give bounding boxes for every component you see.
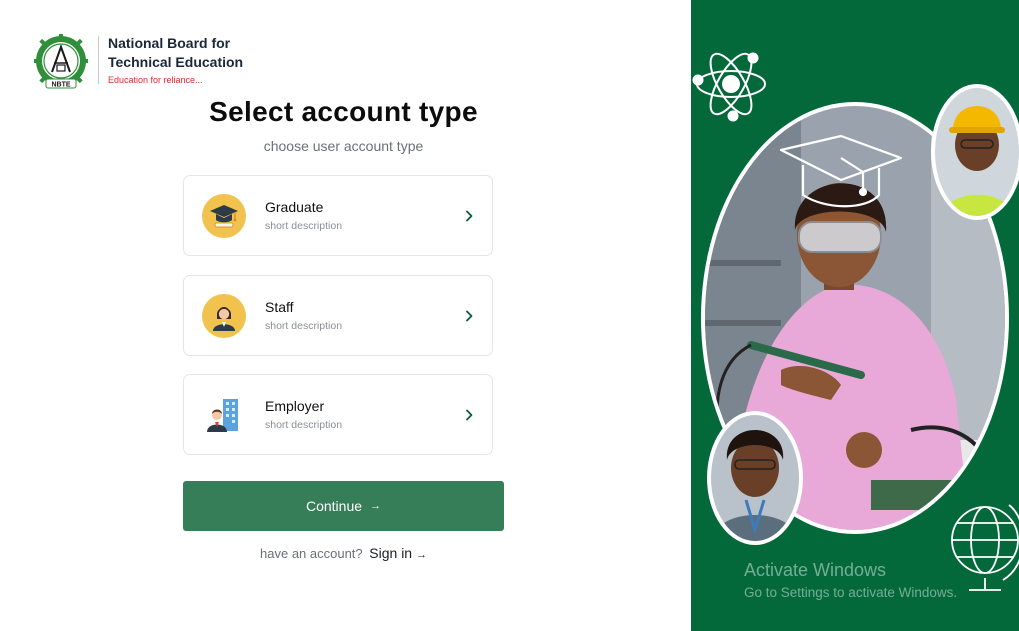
left-panel: NBTE National Board for Technical Educat… [0, 0, 691, 631]
account-card-label: Graduate [265, 199, 324, 215]
arrow-right-icon: → [415, 549, 427, 561]
staff-avatar-icon [202, 293, 246, 338]
brand-name-line1: National Board for [108, 35, 231, 51]
page-title: Select account type [209, 96, 478, 127]
continue-button[interactable]: Continue → [183, 481, 504, 531]
continue-label: Continue [305, 498, 363, 514]
signin-label: Sign in [369, 545, 413, 561]
brand-tagline: Education for reliance... [108, 75, 203, 85]
brand-header: NBTE National Board for Technical Educat… [34, 34, 243, 90]
chevron-right-icon [466, 409, 473, 420]
signin-link[interactable]: Sign in → [369, 545, 427, 561]
account-card-employer[interactable]: Employer short description [183, 374, 493, 455]
account-card-description: short description [265, 419, 343, 431]
windows-activation-watermark: Activate Windows Go to Settings to activ… [744, 560, 957, 600]
signin-row: have an account? Sign in → [0, 545, 687, 561]
brand-names: National Board for Technical Education E… [108, 34, 243, 85]
chevron-right-icon [466, 210, 473, 221]
nbte-logo: NBTE [34, 34, 88, 89]
chevron-right-icon [466, 310, 473, 321]
atom-icon [692, 52, 766, 122]
account-card-label: Staff [265, 299, 294, 315]
watermark-title: Activate Windows [744, 560, 887, 580]
account-card-graduate[interactable]: Graduate short description [183, 175, 493, 256]
account-card-label: Employer [265, 398, 325, 414]
page-subtitle: choose user account type [263, 138, 424, 154]
have-account-text: have an account? [260, 546, 363, 561]
hero-panel: Activate Windows Go to Settings to activ… [691, 0, 1019, 631]
watermark-subtitle: Go to Settings to activate Windows. [744, 585, 958, 600]
logo-text: NBTE [51, 82, 70, 89]
account-card-description: short description [265, 220, 343, 232]
arrow-right-icon: → [370, 500, 382, 512]
employer-building-icon [202, 393, 246, 437]
account-card-staff[interactable]: Staff short description [183, 275, 493, 356]
globe-icon [951, 504, 1019, 591]
brand-name-line2: Technical Education [108, 54, 244, 70]
graduation-cap-icon [202, 193, 246, 238]
account-card-description: short description [265, 320, 343, 332]
hero-illustration [692, 52, 1019, 591]
brand-divider [98, 36, 99, 84]
